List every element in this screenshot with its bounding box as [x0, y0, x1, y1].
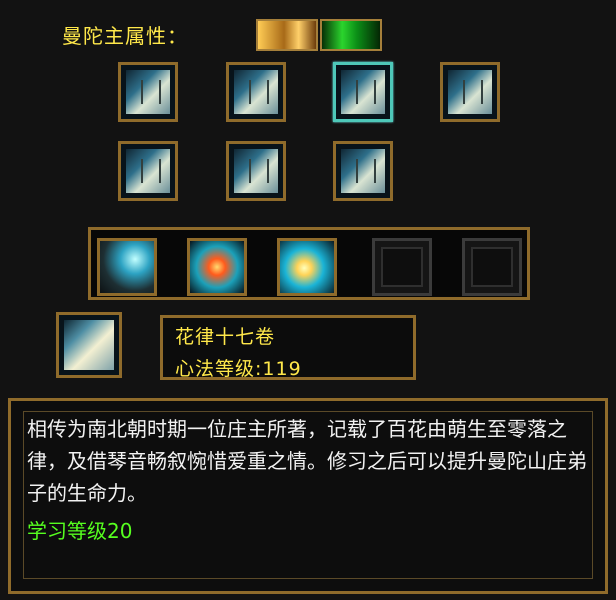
description-text: 相传为南北朝时期一位庄主所著，记载了百花由萌生至零落之律，及借琴音畅叙惋惜爱重之…	[27, 417, 587, 505]
flame-flower-skill-icon[interactable]	[187, 238, 247, 296]
wood-element-icon[interactable]	[320, 19, 382, 51]
book-slot-3[interactable]	[333, 62, 393, 122]
book-slot-4[interactable]	[440, 62, 500, 122]
locked-slot-icon	[462, 238, 522, 296]
fire-element-icon[interactable]	[256, 19, 318, 51]
sword-slash-skill-icon[interactable]	[97, 238, 157, 296]
selected-book[interactable]	[56, 312, 122, 378]
skill-panel: 曼陀主属性： 花律十七卷 心法等级:119 相传为南北朝时期一位庄主所著，记载了…	[0, 0, 616, 600]
main-attribute-label: 曼陀主属性：	[62, 24, 188, 48]
attribute-icons	[256, 19, 384, 51]
book-slot-1[interactable]	[118, 62, 178, 122]
learn-level: 学习等级20	[27, 519, 133, 543]
scroll-book-icon	[64, 320, 114, 370]
book-level: 心法等级:119	[175, 358, 302, 380]
book-slot-5[interactable]	[118, 141, 178, 201]
lotus-light-skill-icon[interactable]	[277, 238, 337, 296]
book-info-box: 花律十七卷 心法等级:119	[160, 315, 416, 380]
locked-slot-icon	[372, 238, 432, 296]
book-slot-6[interactable]	[226, 141, 286, 201]
skill-bar	[88, 227, 530, 300]
book-name: 花律十七卷	[175, 326, 276, 348]
description-box: 相传为南北朝时期一位庄主所著，记载了百花由萌生至零落之律，及借琴音畅叙惋惜爱重之…	[8, 398, 608, 594]
book-slot-7[interactable]	[333, 141, 393, 201]
book-slot-2[interactable]	[226, 62, 286, 122]
